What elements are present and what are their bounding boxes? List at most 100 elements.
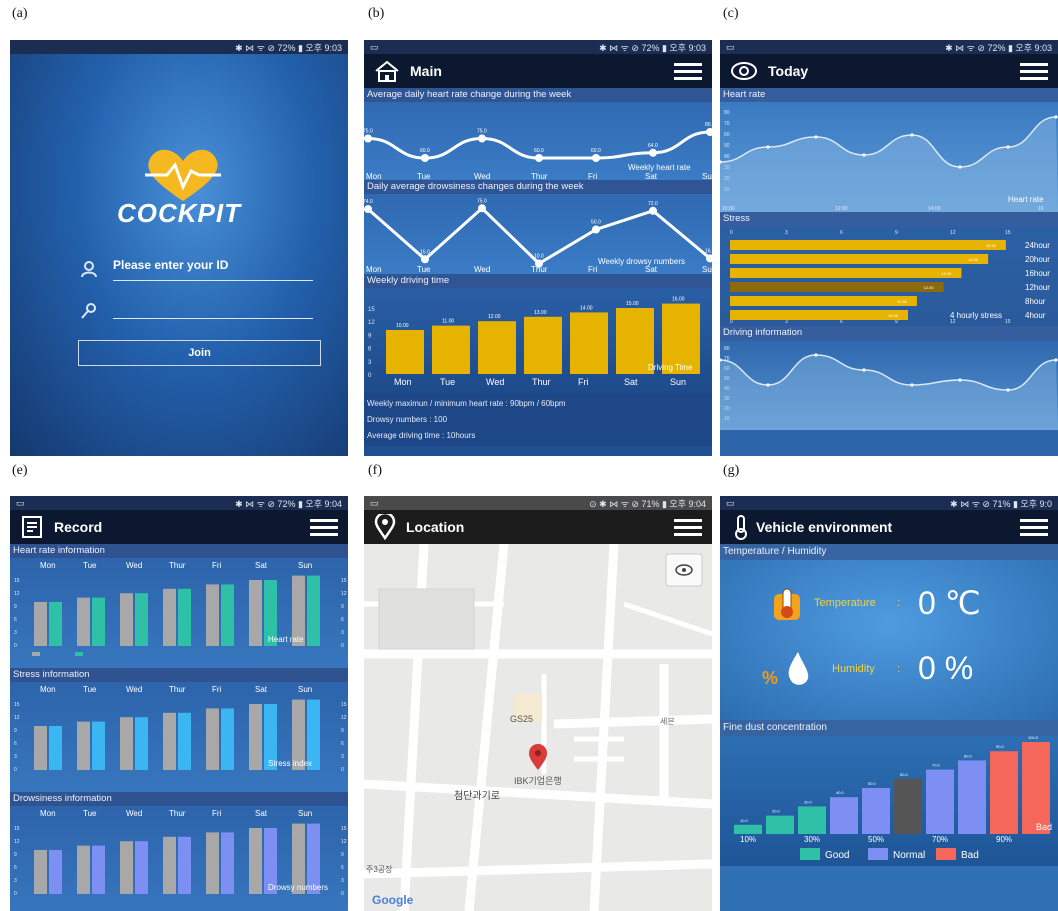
y-tick-label: 12	[14, 591, 20, 597]
dust-bar	[830, 797, 858, 834]
menu-button[interactable]	[1020, 518, 1048, 536]
caption-b: (b)	[368, 6, 385, 21]
x-tick-label: 3	[785, 230, 788, 236]
y-tick-label: 12	[14, 839, 20, 845]
password-input[interactable]	[113, 298, 313, 319]
heart-rate-area-chart: 8070605040302010Heart rate10:00 12:00 14:0…	[720, 102, 1058, 212]
bar-value-label: 10.50	[897, 299, 908, 304]
screen-record: ▭ ✱ ⋈ ᯤ ⊘ 72% ▮ 오후 9:04 Record Heart rate…	[10, 496, 348, 911]
x-tick-label: 10%	[740, 835, 756, 844]
x-tick-label: 12:00	[835, 206, 848, 212]
x-tick-label: Mon	[40, 809, 56, 818]
eye-toggle-button[interactable]	[665, 553, 703, 587]
x-tick-label: 14:00	[928, 206, 941, 212]
driving-time-bar	[478, 321, 516, 374]
dust-bar	[926, 769, 954, 834]
driving-time-bar-chart: 0 3 6 9 12 15 10.00 Mon 11.00 Tue 12.00 Wed 13.00 Thu…	[364, 288, 712, 394]
bar-value-label: 14.00	[580, 305, 593, 311]
screen-main: ▭ ✱ ⋈ ᯤ ⊘ 72% ▮ 오후 9:03 Main Average dail…	[364, 40, 712, 456]
join-label: Join	[188, 347, 211, 359]
dust-bar	[958, 760, 986, 834]
x-tick-label: Tue	[83, 809, 97, 818]
id-input[interactable]: Please enter your ID	[113, 256, 313, 281]
map-label-factory: 주3공장	[366, 864, 393, 874]
y-tick-label: 9	[341, 604, 344, 610]
heart-rate-point	[1006, 145, 1010, 149]
section-driving-info: Driving information	[720, 326, 1058, 340]
drowsiness-point	[478, 204, 486, 213]
heart-rate-value-label: 75.0	[364, 129, 373, 135]
caption-a: (a)	[12, 6, 28, 21]
bar-value-label: 100.0	[1028, 736, 1039, 740]
menu-button[interactable]	[674, 518, 702, 536]
y-tick-label: 80	[724, 346, 730, 352]
y-tick-label: 0	[14, 767, 17, 773]
gray-bar	[77, 845, 90, 894]
section-stress-info: Stress information	[10, 668, 348, 682]
driving-time-bar	[524, 316, 562, 374]
gallery-icon: ▭	[370, 41, 379, 52]
y-tick-label: 6	[341, 617, 344, 623]
y-tick-label: 0	[341, 767, 344, 773]
heart-rate-value-label: 80.0	[705, 122, 712, 128]
app-bar: Record	[10, 510, 348, 544]
map-label-gs25: GS25	[510, 714, 533, 724]
bar-value-label: 12.00	[924, 285, 935, 290]
legend-label: Normal	[893, 850, 925, 861]
data-bar	[221, 584, 234, 646]
map-view[interactable]: GS25 IBK기업은행 첨단과기로 세븐 주3공장 Google	[364, 544, 712, 911]
dust-bar	[894, 778, 922, 834]
x-tick-label: Fri	[578, 377, 589, 387]
legend-swatch	[868, 848, 888, 860]
section-drowsiness-info: Drowsiness information	[10, 792, 348, 806]
gray-bar	[206, 584, 219, 646]
data-bar	[307, 575, 320, 646]
bar-value-label: 10.0	[740, 818, 749, 823]
caption-e: (e)	[12, 463, 28, 478]
gallery-icon: ▭	[370, 497, 379, 508]
section-heart-rate: Heart rate	[720, 88, 1058, 102]
bar-value-label: 15.50	[986, 243, 997, 248]
y-tick-label: 3	[14, 754, 17, 760]
driving-summary: Average driving time : 10hours	[367, 431, 476, 440]
stress-legend: 4 hourly stress	[950, 311, 1002, 320]
key-icon	[81, 303, 96, 319]
x-tick-label: Thur	[169, 809, 186, 818]
data-bar	[49, 602, 62, 646]
heart-rate-value-label: 60.0	[420, 148, 430, 154]
app-bar: Main	[364, 54, 712, 88]
screen-login: ✱ ⋈ ᯤ ⊘ 72% ▮ 오후 9:03 COCKPIT Please ent…	[10, 40, 348, 456]
x-tick-label: Thur	[531, 172, 548, 180]
join-button[interactable]: Join	[78, 340, 321, 366]
y-tick-label: 9	[341, 852, 344, 858]
bar-value-label: 14.50	[968, 257, 979, 262]
driving-point	[1054, 358, 1058, 362]
menu-button[interactable]	[674, 62, 702, 80]
bar-value-label: 10.00	[396, 323, 409, 329]
menu-button[interactable]	[310, 518, 338, 536]
heart-rate-record-chart: Mon Tue Wed Thur Fri Sat Sun 15 15 12 12 9 9 6 6 3 3 0 0 He…	[10, 558, 348, 668]
caption-c: (c)	[723, 6, 739, 21]
fine-dust-bar-chart: 10.0 20.0 30.0 40.0 50.0 60.0 70.0 80.0 90.0 100.…	[720, 736, 1058, 866]
bar-value-label: 40.0	[836, 790, 845, 795]
gray-bar	[34, 726, 47, 770]
gray-bar	[163, 588, 176, 646]
x-tick-label: Wed	[474, 265, 490, 274]
stress-bar	[730, 282, 944, 292]
x-tick-label: 70%	[932, 835, 948, 844]
x-tick-label: Thur	[169, 561, 186, 570]
screen-location: ▭ ⊙ ✱ ⋈ ᯤ ⊘ 71% ▮ 오후 9:04 Location GS25	[364, 496, 712, 911]
app-bar: Today	[720, 54, 1058, 88]
y-tick-label: 15	[14, 826, 20, 832]
y-tick-label: 15	[14, 702, 20, 708]
section-temp-humidity: Temperature / Humidity	[720, 544, 1058, 560]
x-tick-label: 30%	[804, 835, 820, 844]
status-bar: ⊙ ✱ ⋈ ᯤ ⊘ 71% ▮ 오후 9:04	[589, 498, 706, 509]
drowsiness-point	[364, 205, 372, 214]
gray-bar	[77, 597, 90, 646]
gray-bar	[34, 850, 47, 894]
heart-rate-line-chart: 75.0 60.0 75.0 60.0 60.0 64.0 80.0 Weekly heart…	[364, 102, 712, 180]
menu-button[interactable]	[1020, 62, 1048, 80]
caption-g: (g)	[723, 463, 740, 478]
gray-bar	[249, 580, 262, 646]
